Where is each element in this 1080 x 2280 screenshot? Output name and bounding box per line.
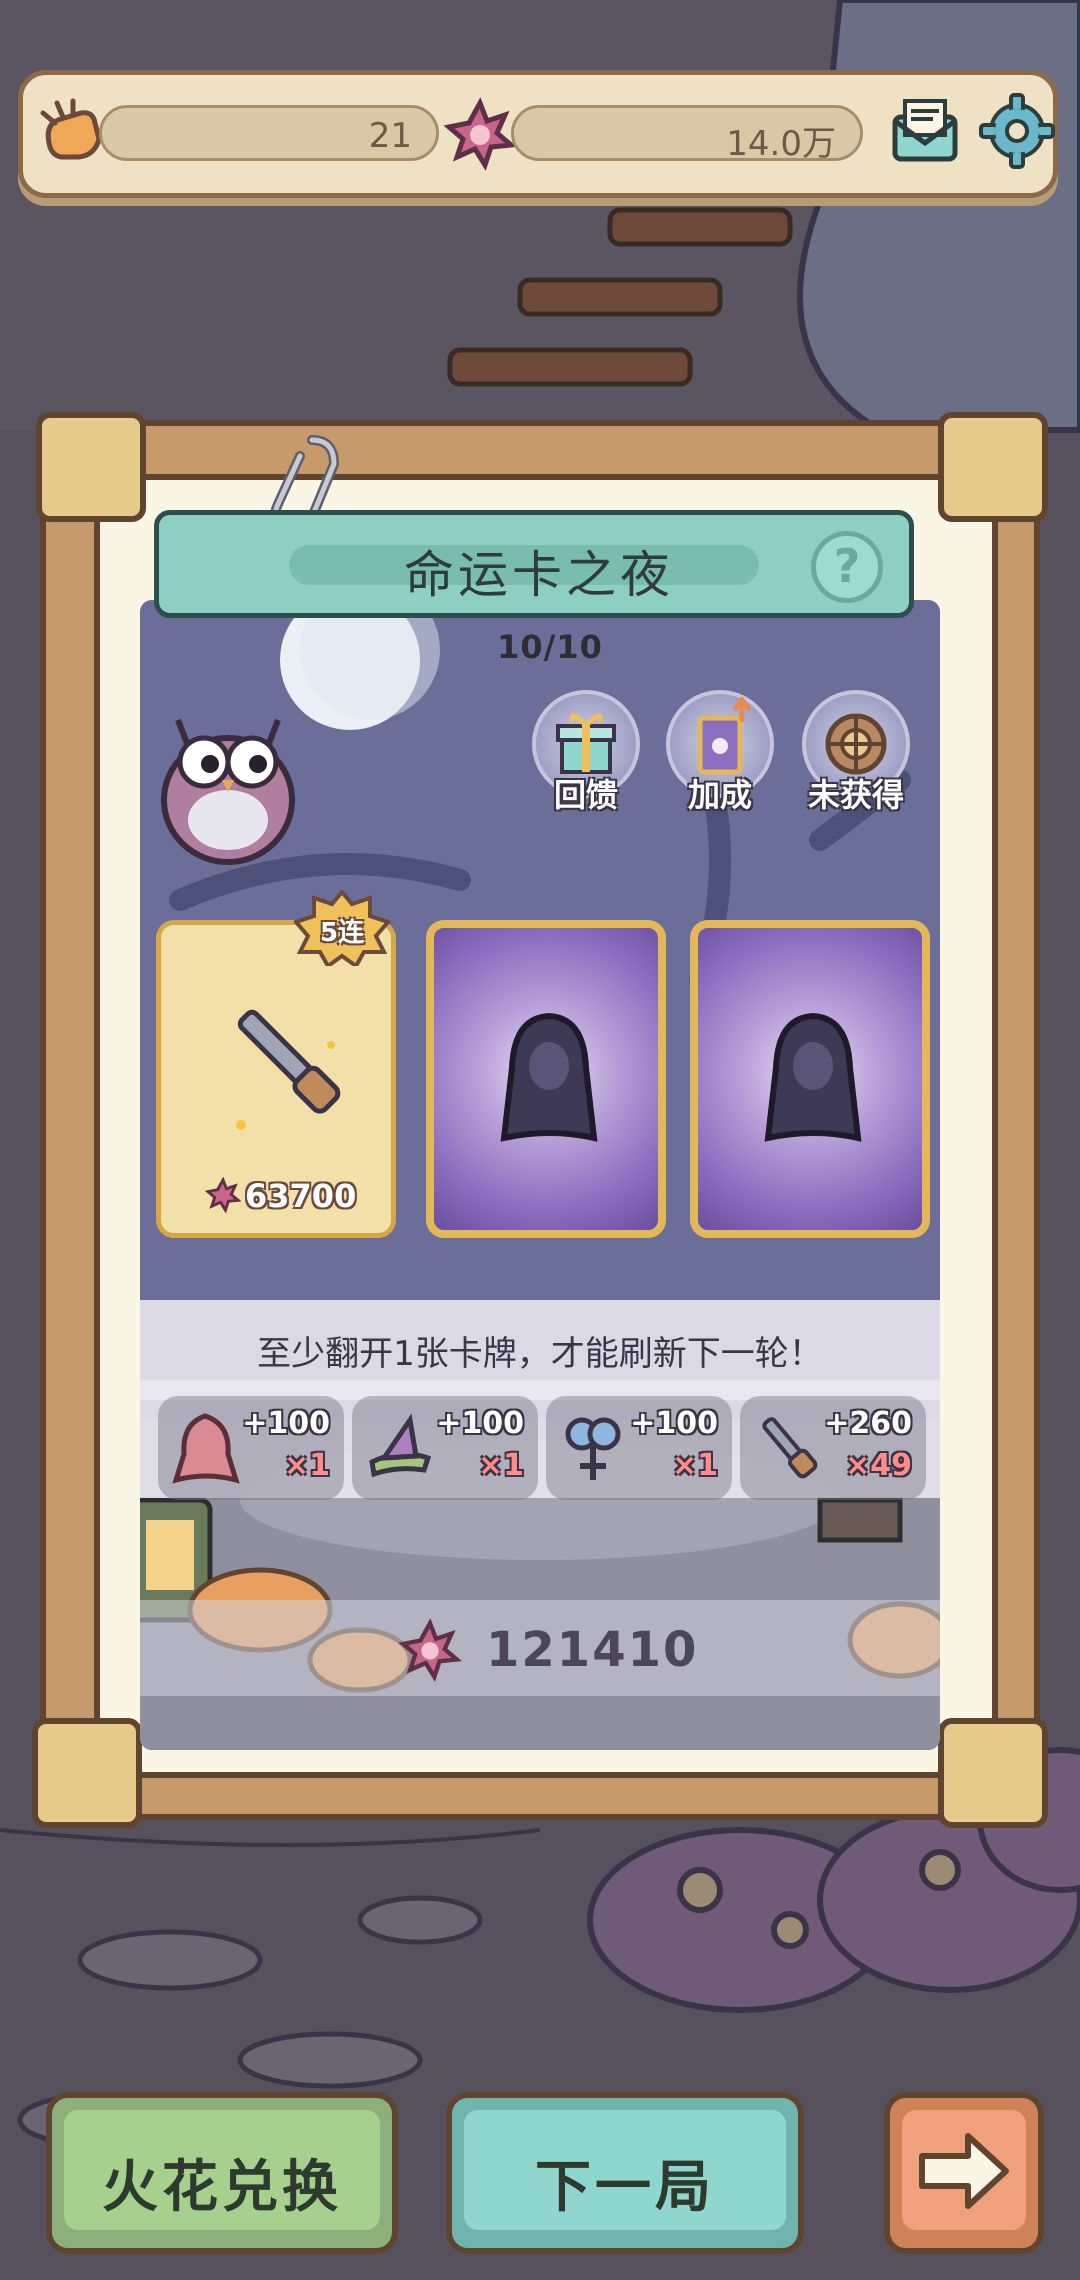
reward-plus: +100 — [630, 1406, 718, 1441]
event-title: 命运卡之夜 — [404, 546, 674, 604]
reward-item[interactable]: +100 ×1 — [546, 1396, 732, 1500]
red-hood-icon — [172, 1413, 240, 1484]
owl-icon — [161, 718, 295, 865]
reward-item[interactable]: +100 ×1 — [352, 1396, 538, 1500]
spark-flame-icon — [205, 1177, 241, 1213]
event-progress: 10/10 — [497, 628, 603, 666]
board-corner — [32, 1718, 142, 1828]
hidden-card[interactable] — [690, 920, 930, 1238]
reward-plus: +100 — [242, 1406, 330, 1441]
hooded-figure-icon — [500, 1012, 598, 1142]
reward-mult: ×49 — [845, 1448, 912, 1483]
reward-plus: +260 — [824, 1406, 912, 1441]
gear-icon[interactable] — [979, 93, 1055, 169]
reward-item[interactable]: +100 ×1 — [158, 1396, 344, 1500]
reward-mult: ×1 — [671, 1448, 718, 1483]
witch-hat-icon — [369, 1413, 432, 1478]
question-mark-icon: ? — [833, 539, 861, 593]
notice-text: 至少翻开1张卡牌，才能刷新下一轮！ — [257, 1334, 823, 1374]
total-value: 121410 — [486, 1622, 699, 1678]
shotgun-icon — [236, 1009, 341, 1130]
shotgun-icon — [762, 1417, 818, 1479]
gloves-value: 21 — [368, 116, 412, 156]
sparks-value: 14.0万 — [726, 124, 836, 164]
resource-bar: 21 14.0万 — [18, 70, 1058, 198]
reward-mult: ×1 — [477, 1448, 524, 1483]
help-button[interactable]: ? — [811, 531, 883, 603]
blue-charm-icon — [565, 1417, 621, 1480]
hidden-card[interactable] — [426, 920, 666, 1238]
not-obtained-button[interactable]: 未获得 — [796, 690, 916, 816]
arrow-right-icon — [919, 2133, 1009, 2209]
spark-exchange-label: 火花兑换 — [102, 2155, 342, 2220]
next-round-label: 下一局 — [535, 2155, 715, 2220]
sparks-counter: 14.0万 — [511, 105, 863, 164]
revealed-card[interactable]: 63700 — [156, 920, 396, 1238]
mail-icon[interactable] — [889, 95, 961, 167]
event-title-banner: 命运卡之夜 ? — [154, 510, 914, 618]
board-corner — [36, 412, 146, 522]
board-corner — [938, 412, 1048, 522]
spark-flame-icon — [443, 97, 517, 171]
arrow-button[interactable] — [884, 2092, 1044, 2254]
combo-badge: 5连 — [292, 888, 392, 969]
reward-item[interactable]: +260 ×49 — [740, 1396, 926, 1500]
reward-mult: ×1 — [283, 1448, 330, 1483]
hooded-figure-icon — [764, 1012, 862, 1142]
gloves-counter: 21 — [99, 105, 439, 161]
board-corner — [938, 1718, 1048, 1828]
bonus-button[interactable]: 加成 — [660, 690, 780, 816]
spark-flame-icon — [398, 1618, 462, 1682]
combo-badge-text: 5连 — [319, 918, 365, 948]
next-round-button[interactable]: 下一局 — [446, 2092, 804, 2254]
not-obtained-label: 未获得 — [807, 776, 904, 814]
feedback-button[interactable]: 回馈 — [526, 690, 646, 816]
card-price: 63700 — [245, 1177, 357, 1215]
spark-exchange-button[interactable]: 火花兑换 — [46, 2092, 398, 2254]
reward-plus: +100 — [436, 1406, 524, 1441]
